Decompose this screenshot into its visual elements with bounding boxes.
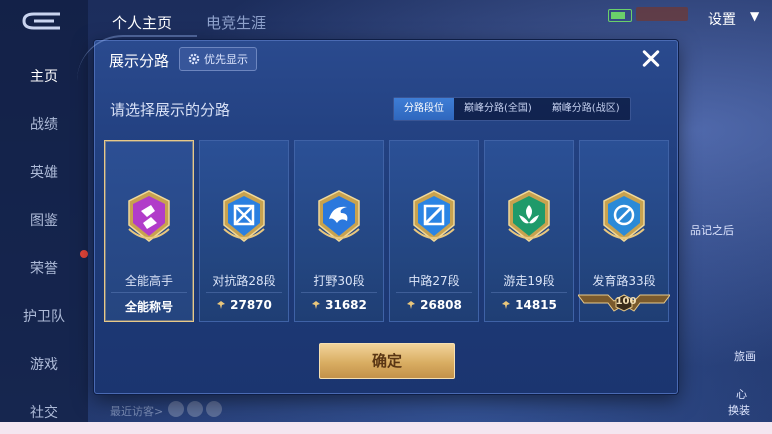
jungle-emblem-icon [318,190,360,242]
priority-display-button[interactable]: 优先显示 [179,47,257,71]
tab-lane-rank[interactable]: 分路段位 [394,98,454,120]
nav-item-hero[interactable]: 英雄 [0,162,88,182]
settings-button[interactable]: 设置 [708,9,736,29]
right-label-2: 旅画 [734,350,756,363]
left-nav: 主页 战绩 英雄 图鉴 荣誉 护卫队 游戏 社交 [0,0,88,422]
nav-item-codex[interactable]: 图鉴 [0,210,88,230]
card-score: 14815 [485,298,573,312]
nav-item-social[interactable]: 社交 [0,402,88,422]
nav-item-home[interactable]: 主页 [0,66,88,86]
wings-icon [407,301,416,309]
tab-personal-home[interactable]: 个人主页 [112,12,172,33]
tab-esports-career[interactable]: 电竞生涯 [206,12,266,33]
back-arrow-icon[interactable] [20,10,64,32]
score-value: 26808 [420,298,462,312]
dialog-header: 展示分路 优先显示 [95,41,677,77]
gear-icon [188,53,200,65]
card-name: 打野30段 [313,274,365,288]
card-name: 对抗路28段 [212,274,276,288]
lane-type-tabs: 分路段位 巅峰分路(全国) 巅峰分路(战区) [393,97,631,121]
right-label-4[interactable]: 换装 [728,402,750,418]
recent-visitors-link[interactable]: 最近访客> [110,403,163,419]
score-value: 14815 [515,298,557,312]
lane-card-roam[interactable]: 游走19段 14815 [484,140,574,322]
priority-display-label: 优先显示 [204,53,248,66]
lane-display-dialog: 展示分路 优先显示 请选择展示的分路 分路段位 巅峰分路(全国) 巅峰分路(战区… [77,35,678,394]
right-label-3: 心 [736,388,747,401]
status-indicator [636,7,688,21]
divider [491,292,567,293]
wings-icon [312,301,321,309]
card-name: 游走19段 [503,274,555,288]
lane-card-farm[interactable]: 发育路33段 100 [578,140,670,322]
lane-card-jungle[interactable]: 打野30段 31682 [294,140,384,322]
mid-lane-emblem-icon [413,190,455,242]
nav-item-game[interactable]: 游戏 [0,354,88,374]
close-icon[interactable] [639,47,663,71]
wings-icon [217,301,226,309]
tab-peak-national[interactable]: 巅峰分路(全国) [454,98,542,120]
card-footer: 全能称号 [124,300,173,314]
card-name: 全能高手 [124,274,173,288]
avatar[interactable] [168,401,184,417]
score-value: 27870 [230,298,272,312]
all-round-emblem-icon [128,190,170,242]
score-value: 31682 [325,298,367,312]
badge-number: 100 [615,296,637,307]
nav-item-guard[interactable]: 护卫队 [0,306,88,326]
bottom-strip [0,422,772,434]
dialog-title: 展示分路 [109,52,170,70]
nav-item-honor[interactable]: 荣誉 [0,258,88,278]
nav-item-record[interactable]: 战绩 [0,114,88,134]
recent-visitors-avatars[interactable] [168,401,225,421]
battery-icon [608,9,632,22]
lane-card-mid[interactable]: 中路27段 26808 [389,140,479,322]
select-lane-heading: 请选择展示的分路 [110,101,231,119]
divider [206,292,282,293]
card-name: 发育路33段 [592,274,656,288]
avatar[interactable] [206,401,222,417]
card-name: 中路27段 [408,274,460,288]
divider [396,292,472,293]
roam-emblem-icon [508,190,550,242]
tab-peak-region[interactable]: 巅峰分路(战区) [542,98,630,120]
divider [301,292,377,293]
notification-dot [80,250,88,258]
card-score: 31682 [295,298,383,312]
farm-lane-emblem-icon [603,190,645,242]
divider [111,292,187,293]
wings-icon [502,301,511,309]
confirm-button[interactable]: 确定 [319,343,455,379]
clash-lane-emblem-icon [223,190,265,242]
card-score: 27870 [200,298,288,312]
lane-card-clash[interactable]: 对抗路28段 27870 [199,140,289,322]
right-label-1: 品记之后 [690,224,734,237]
chevron-down-icon[interactable]: ▼ [750,9,759,23]
card-score: 26808 [390,298,478,312]
lane-card-all-round[interactable]: 全能高手 全能称号 [104,140,194,322]
avatar[interactable] [187,401,203,417]
